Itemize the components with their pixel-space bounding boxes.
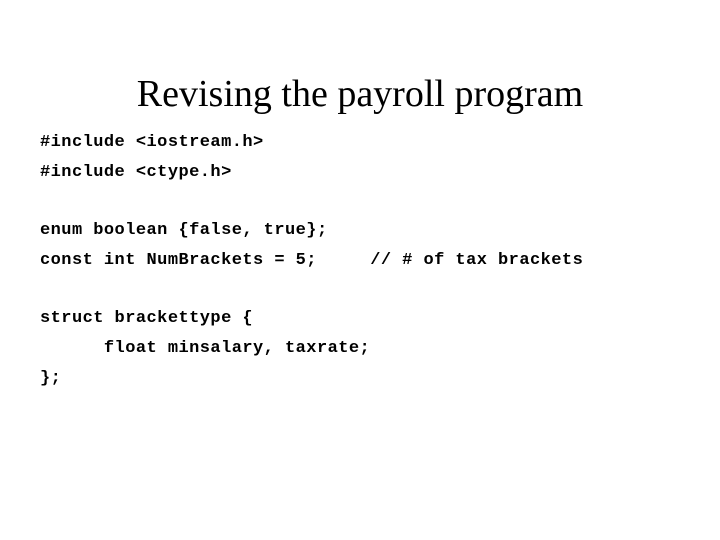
slide-canvas: Revising the payroll program #include <i…: [0, 0, 720, 540]
page-title: Revising the payroll program: [136, 73, 584, 116]
code-line: struct brackettype {: [40, 309, 254, 328]
code-block: #include <iostream.h> #include <ctype.h>…: [40, 128, 700, 394]
code-line: };: [40, 369, 62, 388]
code-line: enum boolean {false, true};: [40, 221, 328, 240]
code-line: float minsalary, taxrate;: [40, 339, 371, 358]
code-line: #include <iostream.h>: [40, 133, 264, 152]
code-line: #include <ctype.h>: [40, 163, 232, 182]
code-line: const int NumBrackets = 5; // # of tax b…: [40, 251, 584, 270]
